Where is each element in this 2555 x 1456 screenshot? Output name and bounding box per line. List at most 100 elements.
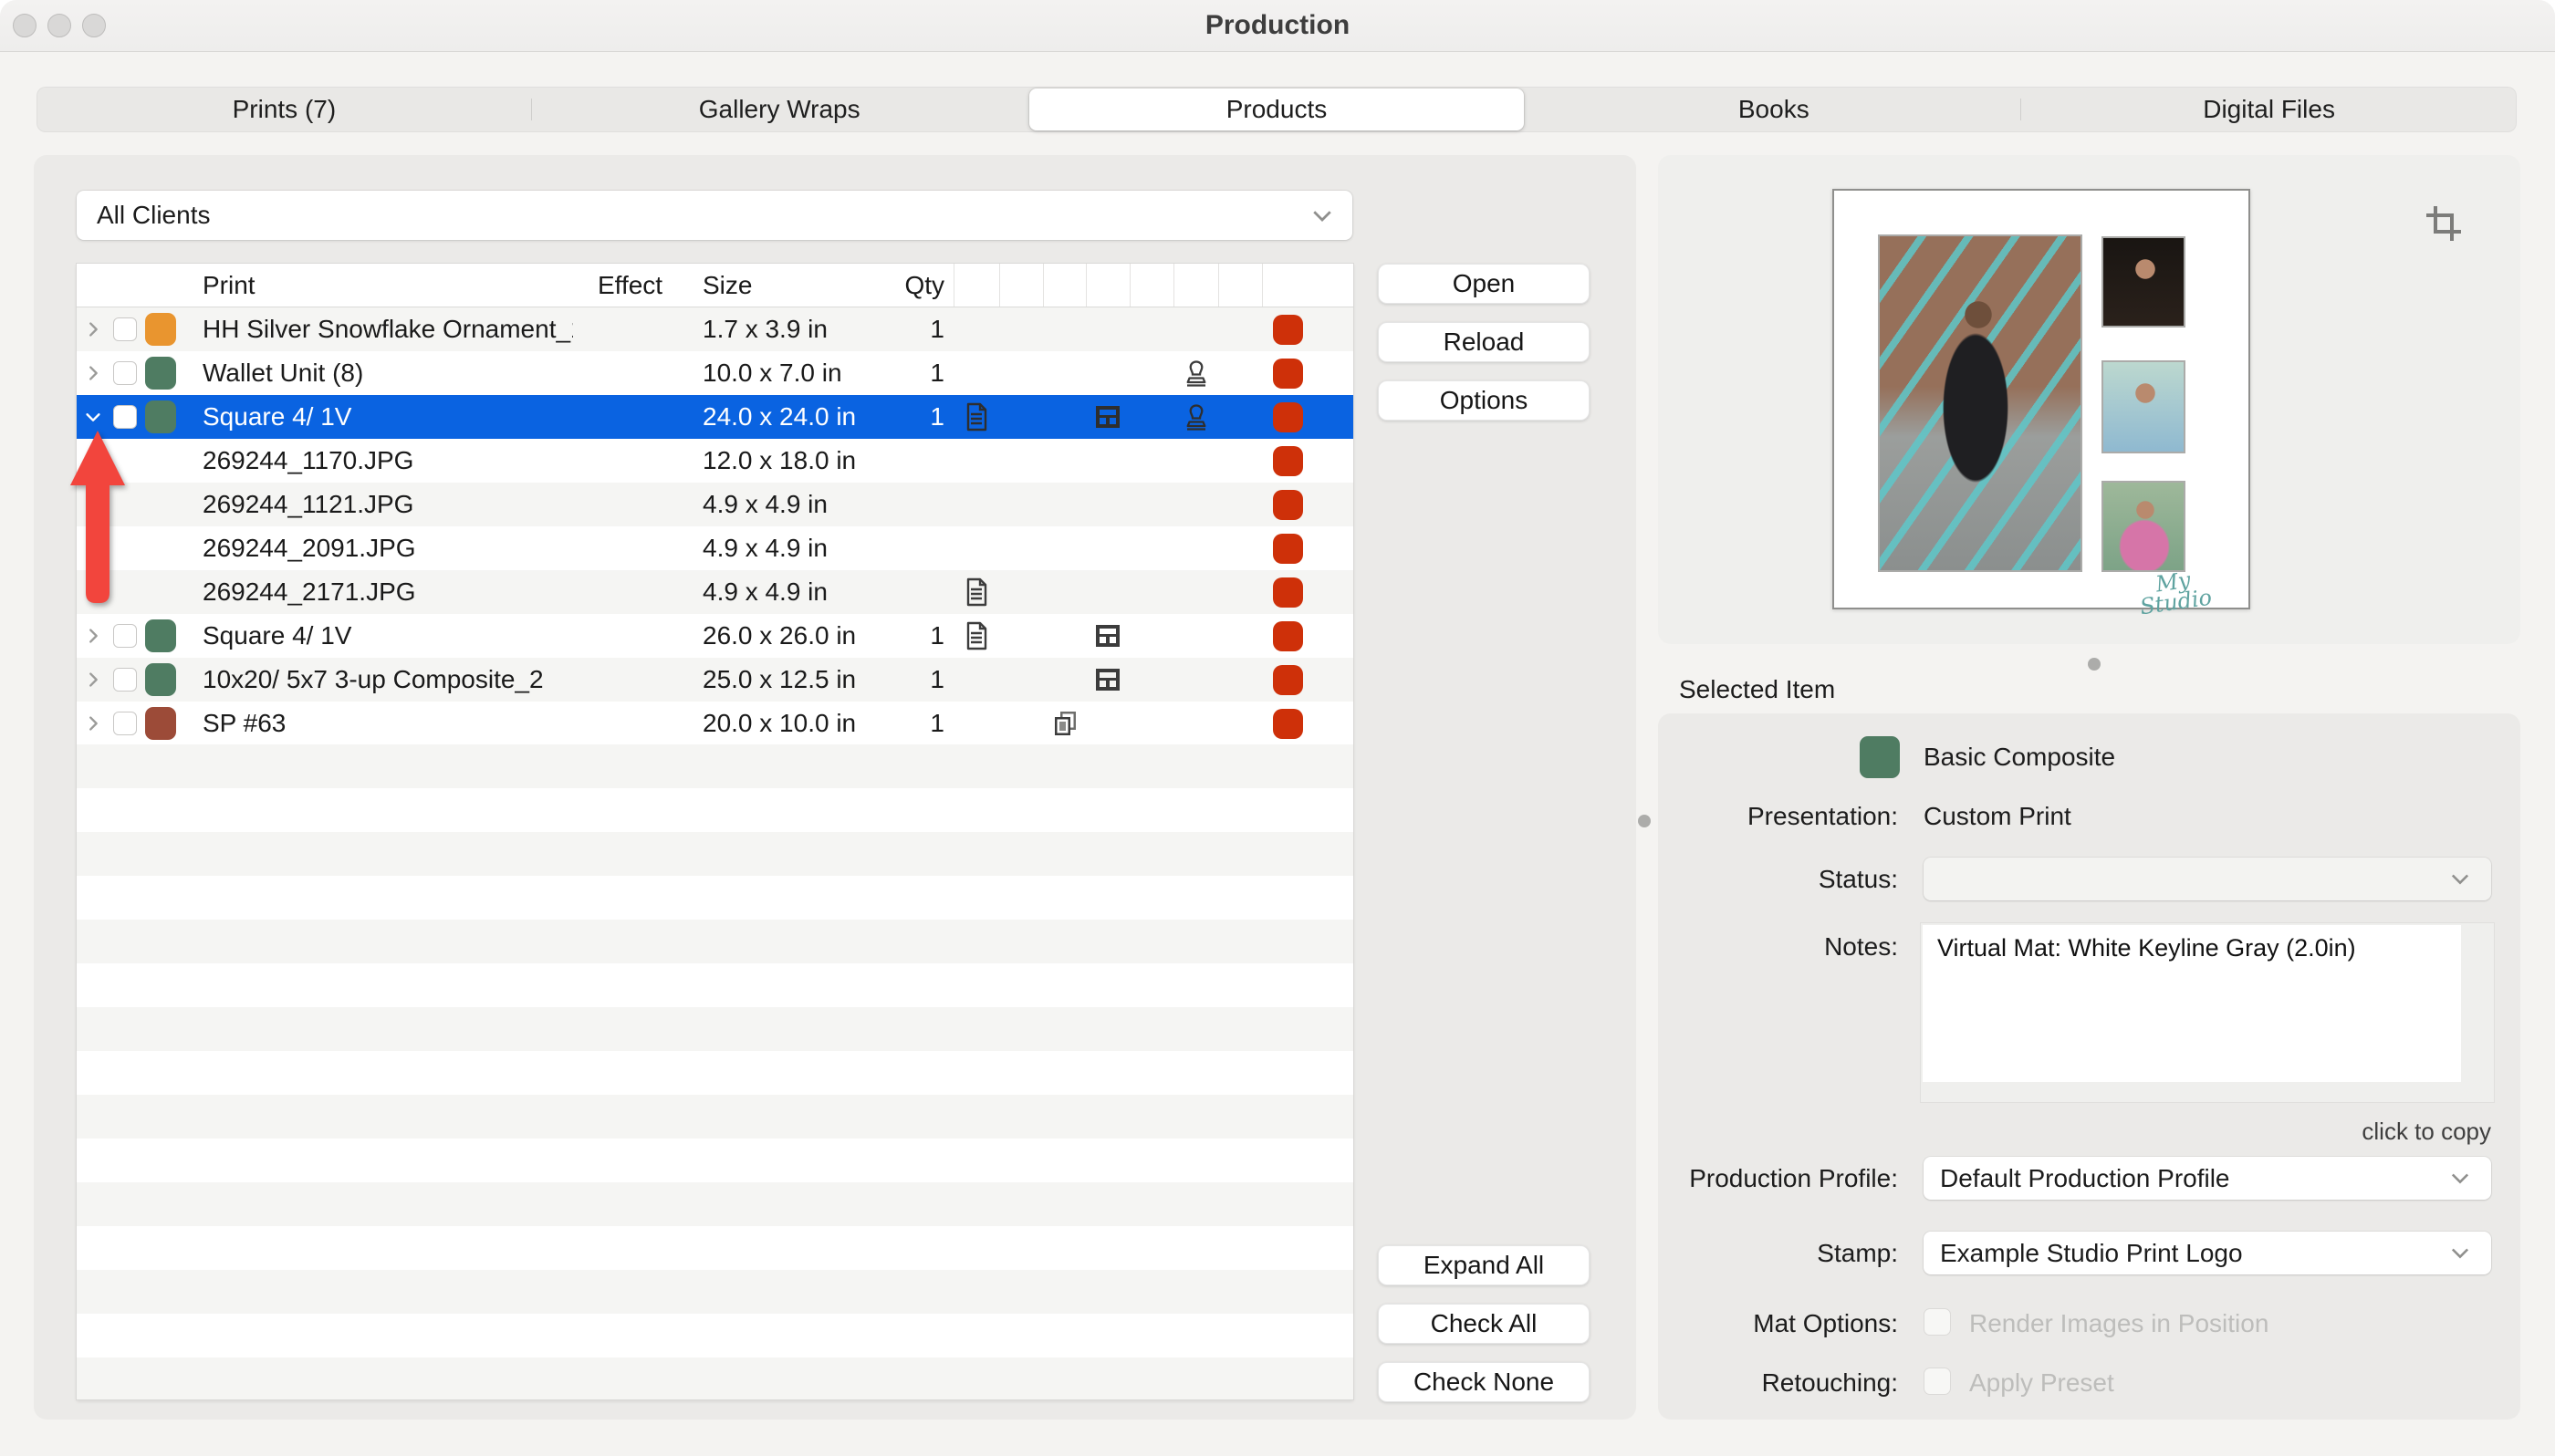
cell-effect [573,658,678,702]
production-profile-label: Production Profile: [1676,1164,1898,1193]
cell-qty: 1 [869,702,954,745]
apply-preset-checkbox[interactable] [1924,1368,1951,1395]
production-items-table: Print Effect Size Qty HH Silver Snowflak… [77,264,1353,1399]
selected-item-name: Basic Composite [1924,743,2115,772]
divider-handle-dot[interactable] [1638,815,1651,827]
divider-handle-dot[interactable] [2088,658,2101,671]
table-row-child[interactable]: 269244_1121.JPG 4.9 x 4.9 in [77,483,1353,526]
status-badge [1262,351,1353,395]
tab-label: Gallery Wraps [699,95,860,124]
table-body: HH Silver Snowflake Ornament_11.7 x 3.9 … [77,307,1353,745]
status-badge [1262,483,1353,526]
status-badge [1262,614,1353,658]
cell-effect [573,614,678,658]
status-dropdown[interactable] [1924,858,2491,900]
tab-prints-7[interactable]: Prints (7) [36,87,532,132]
table-row[interactable]: Square 4/ 1V26.0 x 26.0 in1 [77,614,1353,658]
crop-icon[interactable] [2423,203,2465,244]
render-images-in-position-label: Render Images in Position [1969,1309,2268,1338]
status-badge-red [1273,621,1303,651]
composite-icon [1086,395,1130,439]
production-window: Production Prints (7)Gallery WrapsProduc… [0,0,2555,1456]
notes-label: Notes: [1676,932,1898,962]
reload-button[interactable]: Reload [1378,322,1590,362]
cell-size: 24.0 x 24.0 in [678,395,869,439]
chevron-down-icon [2447,866,2475,893]
options-button[interactable]: Options [1378,380,1590,421]
document-icon [954,614,999,658]
column-header-print[interactable]: Print [181,264,573,307]
status-badge-red [1273,402,1303,432]
column-header-effect[interactable]: Effect [573,264,678,307]
table-row-child[interactable]: 269244_2171.JPG4.9 x 4.9 in [77,570,1353,614]
cell-size: 4.9 x 4.9 in [678,483,869,526]
disclosure-triangle[interactable] [77,614,110,658]
production-profile-dropdown[interactable]: Default Production Profile [1924,1157,2491,1200]
status-badge [1262,307,1353,351]
row-checkbox[interactable] [113,405,137,429]
annotation-arrow [63,429,132,611]
table-row[interactable]: Wallet Unit (8) 10.0 x 7.0 in1 [77,351,1353,395]
table-row[interactable]: SP #6320.0 x 10.0 in1 [77,702,1353,745]
cell-qty [869,439,954,483]
open-button[interactable]: Open [1378,264,1590,304]
tab-products[interactable]: Products [1029,88,1525,130]
cell-print: Wallet Unit (8) [181,351,573,395]
item-color-swatch [145,313,176,346]
tab-digital-files[interactable]: Digital Files [2021,87,2517,132]
preview-photo-3 [2101,481,2185,572]
cell-print: Square 4/ 1V [181,395,573,439]
client-filter-dropdown[interactable]: All Clients [77,191,1352,240]
cell-effect [573,351,678,395]
row-checkbox[interactable] [113,624,137,648]
table-row[interactable]: HH Silver Snowflake Ornament_11.7 x 3.9 … [77,307,1353,351]
row-checkbox[interactable] [113,361,137,385]
cell-size: 1.7 x 3.9 in [678,307,869,351]
frames-icon [1043,702,1086,745]
expand-all-button[interactable]: Expand All [1378,1245,1590,1285]
item-color-swatch [145,400,176,433]
status-badge-red [1273,359,1303,389]
table-row[interactable]: Square 4/ 1V 24.0 x 24.0 in1 [77,395,1353,439]
status-badge [1262,658,1353,702]
disclosure-triangle[interactable] [77,702,110,745]
render-images-in-position-checkbox[interactable] [1924,1308,1951,1336]
row-checkbox[interactable] [113,317,137,341]
status-badge [1262,439,1353,483]
cell-effect [573,702,678,745]
document-icon [954,570,999,614]
tab-gallery-wraps[interactable]: Gallery Wraps [532,87,1027,132]
notes-field[interactable]: Virtual Mat: White Keyline Gray (2.0in) [1921,923,2494,1102]
tab-books[interactable]: Books [1526,87,2021,132]
tab-bar: Prints (7) Gallery Wraps ProductsBooksDigi… [36,87,2517,132]
table-row-child[interactable]: 269244_1170.JPG12.0 x 18.0 in [77,439,1353,483]
cell-qty: 1 [869,351,954,395]
cell-qty: 1 [869,614,954,658]
check-none-button[interactable]: Check None [1378,1362,1590,1402]
disclosure-triangle[interactable] [77,307,110,351]
cell-print: 10x20/ 5x7 3-up Composite_2 [181,658,573,702]
cell-qty: 1 [869,395,954,439]
row-checkbox[interactable] [113,712,137,735]
notes-text[interactable]: Virtual Mat: White Keyline Gray (2.0in) [1923,925,2461,1082]
status-badge-red [1273,490,1303,520]
cell-effect [573,439,678,483]
stamp-dropdown[interactable]: Example Studio Print Logo [1924,1232,2491,1274]
print-preview[interactable]: My Studio [1832,189,2250,609]
table-row[interactable]: 10x20/ 5x7 3-up Composite_225.0 x 12.5 i… [77,658,1353,702]
cell-size: 10.0 x 7.0 in [678,351,869,395]
disclosure-triangle[interactable] [77,351,110,395]
presentation-value: Custom Print [1924,802,2071,831]
tab-label: Prints (7) [233,95,337,124]
row-checkbox[interactable] [113,668,137,692]
table-row-child[interactable]: 269244_2091.JPG4.9 x 4.9 in [77,526,1353,570]
cell-size: 4.9 x 4.9 in [678,526,869,570]
column-header-size[interactable]: Size [678,264,869,307]
stamp-label: Stamp: [1676,1239,1898,1268]
check-all-button[interactable]: Check All [1378,1304,1590,1344]
click-to-copy-hint[interactable]: click to copy [1924,1118,2491,1146]
cell-print: 269244_1121.JPG [181,483,573,526]
column-header-qty[interactable]: Qty [869,264,954,307]
cell-qty [869,526,954,570]
disclosure-triangle[interactable] [77,658,110,702]
